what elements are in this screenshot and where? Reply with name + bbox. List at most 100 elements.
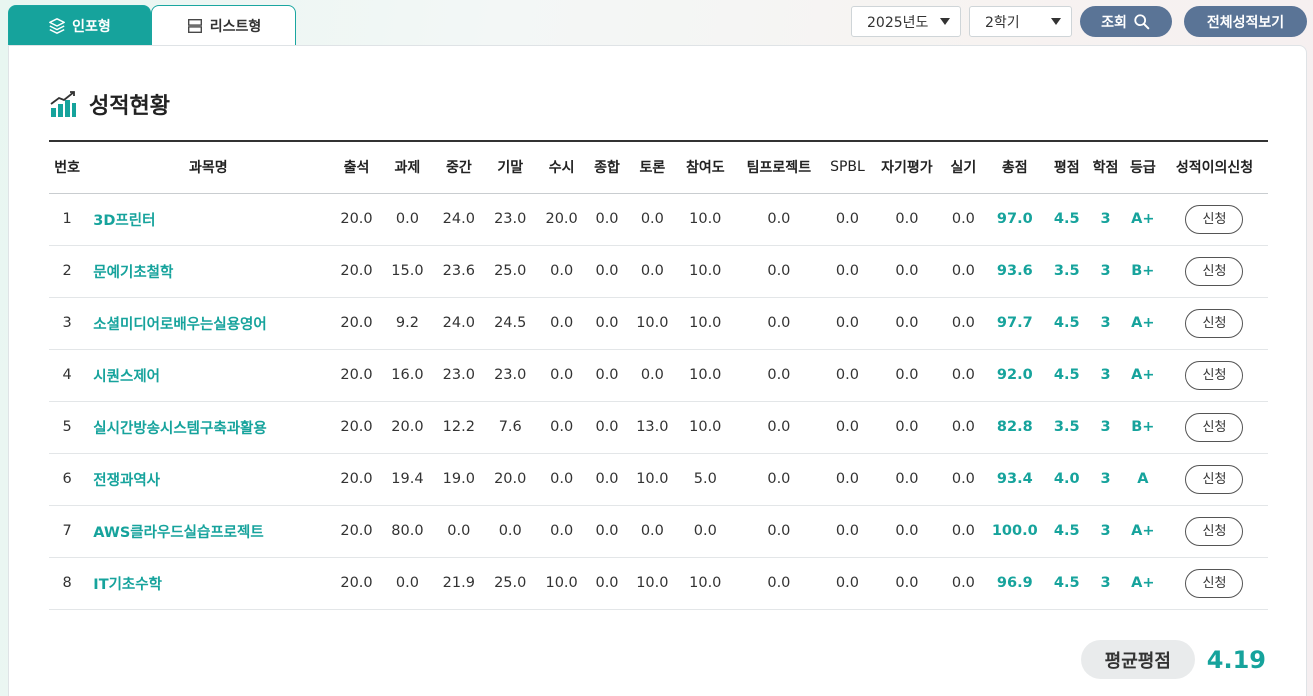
table-cell: 23.0 <box>494 211 527 227</box>
year-select[interactable]: 2025년도 <box>851 6 961 37</box>
course-name-link[interactable]: 시퀀스제어 <box>85 349 331 401</box>
table-cell: 3 <box>1100 575 1111 591</box>
column-header: 중간 <box>445 160 472 177</box>
table-cell: 0.0 <box>640 523 664 539</box>
table-cell: 3 <box>62 315 72 331</box>
table-cell: 0.0 <box>895 471 919 487</box>
table-cell: A <box>1137 471 1149 487</box>
table-row: 8 IT기초수학 20.0 0.0 21.9 25.0 10.0 0.0 10.0 10.0 0.0… <box>49 557 1268 609</box>
appeal-button[interactable]: 신청 <box>1185 308 1244 338</box>
table-cell: 0.0 <box>767 263 791 279</box>
caret-down-icon <box>940 18 950 25</box>
filter-controls: 2025년도 2학기 조회 전체성적보기 <box>851 6 1307 37</box>
table-cell: 20.0 <box>340 211 373 227</box>
table-cell: 6 <box>62 471 72 487</box>
tab-info[interactable]: 인포형 <box>8 5 151 45</box>
appeal-cell: 신청 <box>1161 557 1268 609</box>
table-cell: 3 <box>1100 419 1111 435</box>
table-cell: 0.0 <box>550 523 574 539</box>
appeal-button[interactable]: 신청 <box>1185 516 1244 546</box>
column-header: 평점 <box>1053 160 1080 177</box>
table-cell: 0.0 <box>767 471 791 487</box>
table-cell: A+ <box>1131 367 1155 383</box>
column-header: 종합 <box>594 160 620 177</box>
table-cell: 0.0 <box>767 211 791 227</box>
table-cell: 3 <box>1100 367 1111 383</box>
table-cell: 0.0 <box>550 263 574 279</box>
table-cell: 10.0 <box>689 211 722 227</box>
average-gpa: 평균평점 4.19 <box>1080 640 1266 679</box>
appeal-button[interactable]: 신청 <box>1185 204 1244 234</box>
table-body: 1 3D프린터 20.0 0.0 24.0 23.0 20.0 0.0 0.0 10.0 0.0 0.… <box>49 193 1268 609</box>
table-cell: 25.0 <box>494 263 527 279</box>
table-cell: 0.0 <box>640 211 664 227</box>
column-header: 수시 <box>548 160 575 177</box>
appeal-button[interactable]: 신청 <box>1185 464 1244 494</box>
appeal-cell: 신청 <box>1161 453 1268 505</box>
table-cell: 0.0 <box>835 211 859 227</box>
course-name-link[interactable]: IT기초수학 <box>85 557 331 609</box>
page-title: 성적현황 <box>89 94 170 119</box>
table-cell: 0.0 <box>498 523 522 539</box>
list-icon <box>187 18 202 33</box>
table-cell: 0.0 <box>835 263 859 279</box>
caret-down-icon <box>1051 18 1061 25</box>
table-cell: 0.0 <box>767 315 791 331</box>
table-cell: 0.0 <box>595 315 619 331</box>
table-cell: 0.0 <box>951 211 975 227</box>
appeal-button[interactable]: 신청 <box>1185 568 1244 598</box>
course-name-link[interactable]: 전쟁과역사 <box>85 453 331 505</box>
course-name-link[interactable]: 소셜미디어로배우는실용영어 <box>85 297 331 349</box>
column-header: SPBL <box>830 159 865 176</box>
table-cell: 10.0 <box>689 315 722 331</box>
course-name-link[interactable]: AWS클라우드실습프로젝트 <box>85 505 331 557</box>
column-header: 총점 <box>1001 160 1028 177</box>
column-header: 등급 <box>1129 160 1156 177</box>
course-name-link[interactable]: 실시간방송시스템구축과활용 <box>85 401 331 453</box>
table-cell: 23.6 <box>442 263 475 279</box>
table-cell: 10.0 <box>636 575 669 591</box>
table-cell: 0.0 <box>895 211 919 227</box>
table-cell: B+ <box>1131 419 1155 435</box>
tab-list[interactable]: 리스트형 <box>151 5 296 45</box>
column-header: 학점 <box>1092 160 1119 177</box>
appeal-cell: 신청 <box>1161 349 1268 401</box>
table-cell: 93.6 <box>996 263 1033 279</box>
table-cell: 0.0 <box>767 419 791 435</box>
table-cell: 0.0 <box>895 367 919 383</box>
table-cell: 20.0 <box>340 575 373 591</box>
table-cell: 0.0 <box>895 419 919 435</box>
appeal-button[interactable]: 신청 <box>1185 360 1244 390</box>
table-cell: 5 <box>62 419 72 435</box>
table-cell: 20.0 <box>340 367 373 383</box>
table-cell: 4 <box>62 367 72 383</box>
appeal-button[interactable]: 신청 <box>1185 412 1244 442</box>
table-cell: 0.0 <box>895 315 919 331</box>
column-header: 기말 <box>497 160 524 177</box>
table-cell: A+ <box>1131 315 1155 331</box>
table-cell: 100.0 <box>991 523 1038 539</box>
table-cell: 96.9 <box>996 575 1033 591</box>
grades-table: 번호 과목명 출석 과제 중간 기말 수시 종합 토론 참여도 팀프로젝트 SPBL 자기평가 실기 총점 평… <box>49 140 1268 610</box>
view-all-grades-button[interactable]: 전체성적보기 <box>1184 6 1307 37</box>
table-cell: 0.0 <box>447 523 471 539</box>
table-cell: 0.0 <box>835 471 859 487</box>
table-cell: 0.0 <box>767 523 791 539</box>
term-select[interactable]: 2학기 <box>969 6 1072 37</box>
table-cell: 4.5 <box>1053 523 1080 539</box>
appeal-cell: 신청 <box>1161 505 1268 557</box>
appeal-button[interactable]: 신청 <box>1185 256 1244 286</box>
table-cell: 24.5 <box>494 315 527 331</box>
course-name-link[interactable]: 문예기초철학 <box>85 245 331 297</box>
table-cell: 23.0 <box>442 367 475 383</box>
table-cell: 0.0 <box>640 263 664 279</box>
column-header: 과제 <box>394 160 421 177</box>
bar-chart-icon <box>50 91 76 117</box>
table-cell: 0.0 <box>951 263 975 279</box>
table-row: 2 문예기초철학 20.0 15.0 23.6 25.0 0.0 0.0 0.0 10.0 0.0 0… <box>49 245 1268 297</box>
search-button[interactable]: 조회 <box>1080 6 1172 37</box>
table-cell: 0.0 <box>951 575 975 591</box>
table-cell: 15.0 <box>391 263 424 279</box>
table-cell: 82.8 <box>996 419 1033 435</box>
course-name-link[interactable]: 3D프린터 <box>85 193 331 245</box>
